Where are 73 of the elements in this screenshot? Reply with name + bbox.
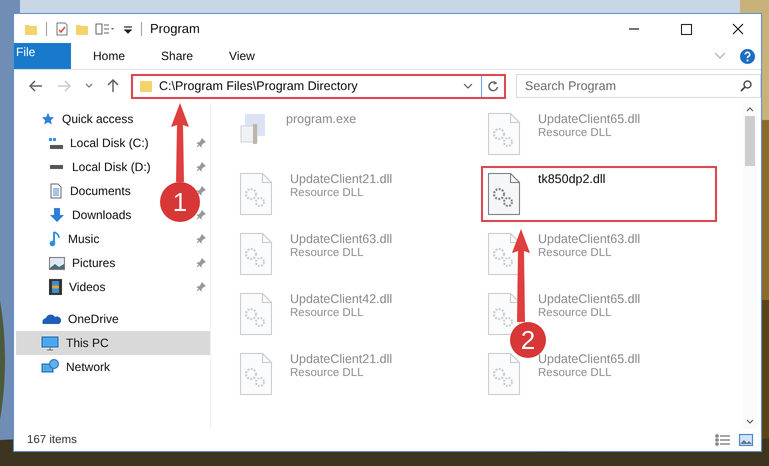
view-icon[interactable] <box>95 22 117 36</box>
file-type: Resource DLL <box>290 307 365 319</box>
file-name[interactable]: tk850dp2.dll <box>538 172 606 186</box>
pin-icon[interactable] <box>196 234 206 244</box>
back-arrow-icon[interactable] <box>29 80 43 92</box>
sidebar-item[interactable]: Network <box>66 360 110 374</box>
sidebar-item[interactable]: Local Disk (C:) <box>70 136 149 150</box>
file-type: Resource DLL <box>538 247 613 259</box>
callout-badge <box>160 182 200 222</box>
pin-icon[interactable] <box>196 138 206 148</box>
file-menu[interactable]: File <box>14 43 71 69</box>
item-count: 167 items <box>27 434 77 446</box>
drive-icon <box>50 165 63 169</box>
folder-icon <box>139 79 153 93</box>
callout-number: 2 <box>520 325 536 355</box>
sidebar-item[interactable]: Local Disk (D:) <box>72 160 151 174</box>
download-arrow-icon <box>49 207 65 223</box>
ribbon-tab[interactable]: Share <box>147 43 208 69</box>
sidebar-item[interactable]: Documents <box>70 184 131 198</box>
file-type: Resource DLL <box>538 367 613 379</box>
dll-file-icon <box>239 172 273 216</box>
film-icon <box>49 279 62 295</box>
chevron-down-icon[interactable] <box>463 83 473 89</box>
sidebar-item[interactable]: Videos <box>69 280 106 294</box>
sidebar-item[interactable]: Quick access <box>62 112 134 126</box>
sidebar-item[interactable]: OneDrive <box>68 312 119 326</box>
sidebar-item[interactable]: Pictures <box>72 256 116 270</box>
cloud-icon <box>41 313 61 325</box>
picture-icon <box>49 256 65 270</box>
address-path[interactable]: C:\Program Files\Program Directory <box>159 79 457 93</box>
dll-file-icon <box>487 172 521 216</box>
details-view-icon[interactable] <box>715 434 731 446</box>
properties-icon[interactable] <box>55 22 69 36</box>
search-field[interactable]: Search Program <box>516 74 761 98</box>
sidebar-item[interactable]: Downloads <box>72 208 132 222</box>
file-type: Resource DLL <box>538 127 613 139</box>
callout-number: 1 <box>172 187 188 217</box>
window-title: Program <box>150 21 200 36</box>
file-type: Resource DLL <box>290 367 365 379</box>
drive-icon <box>49 138 63 148</box>
pin-icon[interactable] <box>196 282 206 292</box>
network-icon <box>41 359 59 375</box>
dll-file-icon <box>487 112 521 156</box>
help-icon[interactable] <box>740 48 755 64</box>
document-icon <box>49 183 63 199</box>
scroll-down-icon[interactable] <box>746 419 754 425</box>
scroll-thumb[interactable] <box>745 116 755 166</box>
file-type: Resource DLL <box>538 307 613 319</box>
sidebar-item[interactable]: Music <box>68 232 100 246</box>
file-type: Resource DLL <box>290 247 365 259</box>
search-icon[interactable] <box>740 80 752 92</box>
dll-file-icon <box>239 232 273 276</box>
pin-icon[interactable] <box>196 162 206 172</box>
pin-icon[interactable] <box>196 186 206 196</box>
pin-icon[interactable] <box>196 210 206 220</box>
dll-file-icon <box>239 292 273 336</box>
large-icons-view-icon[interactable] <box>739 434 753 446</box>
address-bar[interactable]: C:\Program Files\Program Directory <box>131 74 506 98</box>
chevron-down-icon[interactable] <box>85 83 93 89</box>
file-type: Resource DLL <box>290 187 365 199</box>
up-arrow-icon[interactable] <box>107 79 119 93</box>
ribbon-tab[interactable]: Home <box>79 43 140 69</box>
dll-file-icon <box>239 352 273 396</box>
refresh-icon <box>487 80 499 92</box>
scrollbar[interactable] <box>743 102 757 429</box>
dll-file-icon <box>487 352 521 396</box>
scroll-up-icon[interactable] <box>746 106 754 112</box>
monitor-icon <box>41 336 59 350</box>
music-note-icon <box>49 231 61 247</box>
ribbon-tab[interactable]: View <box>215 43 269 69</box>
star-icon <box>41 112 55 126</box>
pin-icon[interactable] <box>196 258 206 268</box>
sidebar-item[interactable]: This PC <box>66 336 109 350</box>
